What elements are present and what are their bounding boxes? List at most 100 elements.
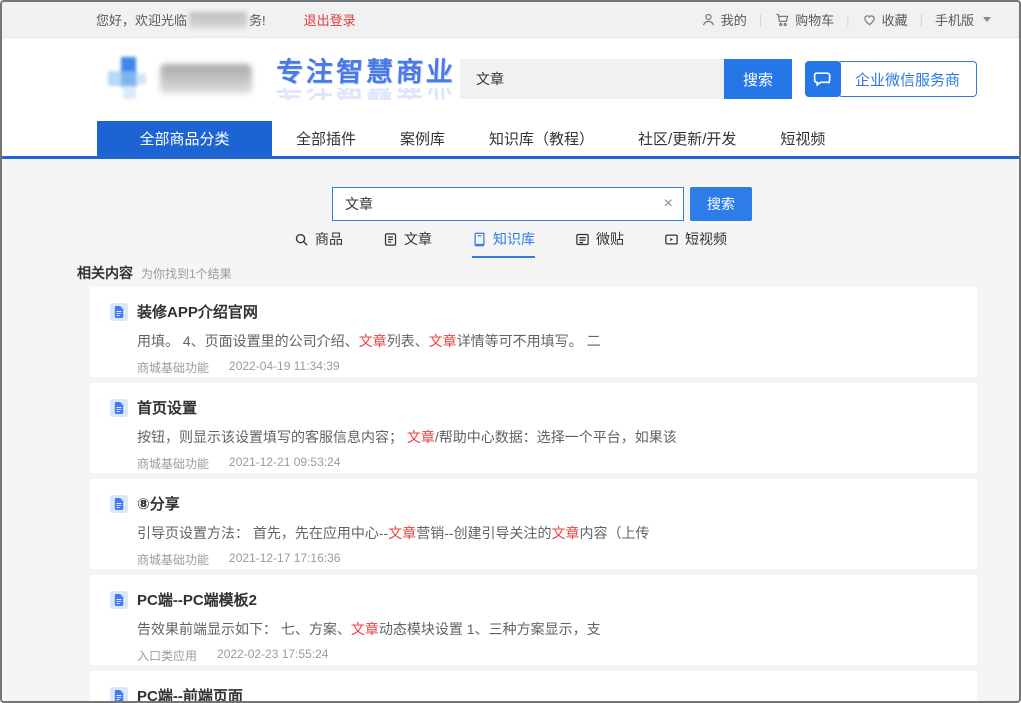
slogan-text: 专注智慧商业 bbox=[275, 59, 456, 86]
topbar-separator: | bbox=[920, 12, 923, 27]
result-title-row: ⑧分享 bbox=[110, 493, 957, 514]
result-category: 商城基础功能 bbox=[137, 455, 209, 472]
site-header: 专注智慧商业 专注智慧商业 搜索 企业微信服务商 bbox=[2, 38, 1019, 121]
result-snippet: 按钮，则显示该设置填写的客服信息内容； 文章/帮助中心数据：选择一个平台，如果该 bbox=[137, 427, 957, 447]
topbar-link-my-account[interactable]: 我的 bbox=[701, 10, 747, 29]
result-title-row: PC端--前端页面 bbox=[110, 685, 957, 703]
topbar-separator: | bbox=[759, 12, 762, 27]
nav-item-3[interactable]: 社区/更新/开发 bbox=[638, 128, 736, 149]
main-content: × 搜索 商品 文章 知识库 微贴 短视频 相关内容 为你找到1个结果 装修APP介绍官… bbox=[2, 159, 1019, 701]
result-meta: 入口类应用 2022-02-23 17:55:24 bbox=[137, 647, 957, 664]
topbar-links: 我的 | 购物车 | 收藏 | 手机版 bbox=[701, 10, 991, 29]
result-list: 装修APP介绍官网用填。 4、页面设置里的公司介绍、文章列表、文章详情等可不用填… bbox=[90, 287, 977, 703]
heart-icon bbox=[862, 13, 877, 27]
clear-search-icon[interactable]: × bbox=[664, 194, 673, 214]
result-title-row: 装修APP介绍官网 bbox=[110, 301, 957, 322]
tab-label: 短视频 bbox=[685, 229, 727, 249]
greeting-suffix: 务! bbox=[249, 10, 266, 29]
tab-label: 微贴 bbox=[596, 229, 624, 249]
result-meta: 商城基础功能 2021-12-21 09:53:24 bbox=[137, 455, 957, 472]
greeting-text: 您好，欢迎光临 务! bbox=[96, 10, 266, 29]
result-card[interactable]: 首页设置按钮，则显示该设置填写的客服信息内容； 文章/帮助中心数据：选择一个平台… bbox=[90, 383, 977, 473]
results-count: 为你找到1个结果 bbox=[141, 265, 232, 282]
result-title[interactable]: 装修APP介绍官网 bbox=[137, 301, 258, 322]
result-date: 2021-12-21 09:53:24 bbox=[229, 455, 340, 472]
result-category: 商城基础功能 bbox=[137, 551, 209, 568]
result-title[interactable]: PC端--PC端模板2 bbox=[137, 589, 257, 610]
article-icon bbox=[383, 232, 398, 247]
result-title-row: 首页设置 bbox=[110, 397, 957, 418]
header-search-input[interactable] bbox=[460, 59, 724, 99]
result-card[interactable]: PC端--PC端模板2 告效果前端显示如下： 七、方案、文章动态模块设置 1、三种… bbox=[90, 575, 977, 665]
topbar-link-label: 收藏 bbox=[882, 10, 908, 29]
result-search-input[interactable] bbox=[333, 188, 683, 220]
browser-window: 您好，欢迎光临 务! 退出登录 我的 | 购物车 | 收藏 | 手机版 专注智慧商业 专注智… bbox=[0, 0, 1021, 703]
user-icon bbox=[701, 12, 716, 27]
result-card[interactable]: PC端--前端页面 bbox=[90, 671, 977, 703]
result-date: 2022-04-19 11:34:39 bbox=[229, 359, 340, 376]
tab-知识库[interactable]: 知识库 bbox=[472, 229, 535, 258]
nav-item-1[interactable]: 案例库 bbox=[400, 128, 445, 149]
result-category: 商城基础功能 bbox=[137, 359, 209, 376]
video-icon bbox=[664, 232, 679, 247]
search-icon bbox=[294, 232, 309, 247]
result-type-tabs: 商品 文章 知识库 微贴 短视频 bbox=[2, 229, 1019, 258]
result-card[interactable]: ⑧分享引导页设置方法： 首先，先在应用中心--文章营销--创建引导关注的文章内容… bbox=[90, 479, 977, 569]
nav-item-0[interactable]: 全部插件 bbox=[296, 128, 356, 149]
topbar-link-mobile-version[interactable]: 手机版 bbox=[935, 10, 991, 29]
tab-label: 知识库 bbox=[493, 229, 535, 249]
blurred-store-name bbox=[189, 12, 247, 28]
tab-label: 文章 bbox=[404, 229, 432, 249]
logo-mark-blurred bbox=[108, 54, 152, 104]
result-snippet: 用填。 4、页面设置里的公司介绍、文章列表、文章详情等可不用填写。 二 bbox=[137, 331, 957, 351]
tab-商品[interactable]: 商品 bbox=[294, 229, 343, 258]
result-snippet: 告效果前端显示如下： 七、方案、文章动态模块设置 1、三种方案显示，支 bbox=[137, 619, 957, 639]
tab-微贴[interactable]: 微贴 bbox=[575, 229, 624, 258]
result-search-button[interactable]: 搜索 bbox=[690, 187, 752, 221]
result-search-bar: × 搜索 bbox=[332, 187, 752, 221]
document-icon bbox=[110, 303, 128, 321]
nav-item-4[interactable]: 短视频 bbox=[780, 128, 825, 149]
wechat-chat-icon bbox=[805, 61, 841, 97]
result-title[interactable]: ⑧分享 bbox=[137, 493, 180, 514]
slogan-reflection: 专注智慧商业 bbox=[276, 88, 457, 100]
result-meta: 商城基础功能 2021-12-17 17:16:36 bbox=[137, 551, 957, 568]
cart-icon bbox=[774, 12, 790, 27]
result-search-box: × bbox=[332, 187, 684, 221]
slogan: 专注智慧商业 专注智慧商业 bbox=[276, 59, 456, 100]
logout-link[interactable]: 退出登录 bbox=[304, 10, 356, 29]
header-search-button[interactable]: 搜索 bbox=[724, 59, 792, 99]
topbar-link-favorites[interactable]: 收藏 bbox=[862, 10, 908, 29]
result-title[interactable]: 首页设置 bbox=[137, 397, 197, 418]
topbar-separator: | bbox=[846, 12, 849, 27]
caret-down-icon bbox=[983, 17, 991, 22]
wechat-service-button[interactable]: 企业微信服务商 bbox=[805, 61, 977, 97]
nav-item-2[interactable]: 知识库（教程） bbox=[489, 128, 594, 149]
site-logo[interactable]: 专注智慧商业 专注智慧商业 bbox=[108, 54, 456, 104]
document-icon bbox=[110, 399, 128, 417]
document-icon bbox=[110, 591, 128, 609]
main-nav: 全部商品分类 全部插件 案例库 知识库（教程） 社区/更新/开发 短视频 bbox=[2, 121, 1019, 156]
result-category: 入口类应用 bbox=[137, 647, 197, 664]
topbar: 您好，欢迎光临 务! 退出登录 我的 | 购物车 | 收藏 | 手机版 bbox=[2, 2, 1019, 38]
greeting-prefix: 您好，欢迎光临 bbox=[96, 10, 187, 29]
tab-label: 商品 bbox=[315, 229, 343, 249]
tab-短视频[interactable]: 短视频 bbox=[664, 229, 727, 258]
nav-all-categories[interactable]: 全部商品分类 bbox=[97, 121, 272, 156]
post-icon bbox=[575, 232, 590, 247]
header-search: 搜索 bbox=[460, 59, 792, 99]
result-date: 2022-02-23 17:55:24 bbox=[217, 647, 328, 664]
result-title[interactable]: PC端--前端页面 bbox=[137, 685, 243, 703]
tab-文章[interactable]: 文章 bbox=[383, 229, 432, 258]
result-date: 2021-12-17 17:16:36 bbox=[229, 551, 340, 568]
topbar-link-label: 购物车 bbox=[795, 10, 834, 29]
document-icon bbox=[110, 687, 128, 703]
knowledge-icon bbox=[472, 232, 487, 247]
logo-text-blurred bbox=[160, 64, 252, 94]
topbar-link-label: 我的 bbox=[721, 10, 747, 29]
topbar-link-cart[interactable]: 购物车 bbox=[774, 10, 834, 29]
result-card[interactable]: 装修APP介绍官网用填。 4、页面设置里的公司介绍、文章列表、文章详情等可不用填… bbox=[90, 287, 977, 377]
results-title: 相关内容 bbox=[77, 263, 133, 283]
nav-items: 全部插件 案例库 知识库（教程） 社区/更新/开发 短视频 bbox=[296, 121, 825, 156]
wechat-button-label: 企业微信服务商 bbox=[838, 61, 977, 97]
